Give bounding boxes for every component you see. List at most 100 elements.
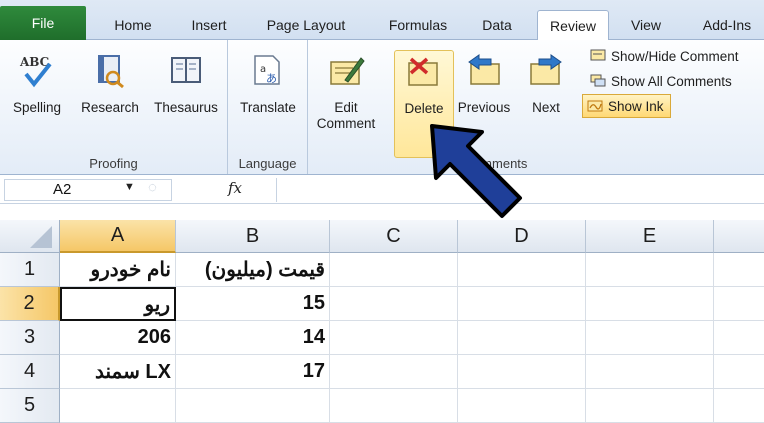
cell-c4[interactable] (330, 355, 458, 389)
cell-d3[interactable] (458, 321, 586, 355)
show-all-comments-button[interactable]: Show All Comments (590, 70, 732, 92)
row-header-3[interactable]: 3 (0, 321, 60, 355)
cell-d4[interactable] (458, 355, 586, 389)
cell-b3[interactable]: 14 (176, 321, 330, 355)
next-comment-button[interactable]: Next (520, 44, 572, 116)
worksheet-grid: A B C D E 1 2 3 4 5 نام خودرو قیمت (میلی… (0, 205, 764, 423)
row-header-2[interactable]: 2 (0, 287, 60, 321)
column-header-c[interactable]: C (330, 220, 458, 253)
cell-b5[interactable] (176, 389, 330, 423)
cell-f2[interactable] (714, 287, 764, 321)
cell-c5[interactable] (330, 389, 458, 423)
show-all-comments-icon (590, 74, 606, 88)
show-ink-button[interactable]: Show Ink (582, 94, 671, 118)
cell-d2[interactable] (458, 287, 586, 321)
cell-f5[interactable] (714, 389, 764, 423)
edit-comment-label-line1: Edit (334, 100, 358, 115)
column-header-d[interactable]: D (458, 220, 586, 253)
edit-comment-label-line2: Comment (316, 116, 376, 131)
ribbon-tab-bar: File Home Insert Page Layout Formulas Da… (0, 0, 764, 41)
cell-b2[interactable]: 15 (176, 287, 330, 321)
cell-a3[interactable]: 206 (60, 321, 176, 355)
edit-comment-button[interactable]: Edit Comment (314, 44, 378, 132)
cell-d5[interactable] (458, 389, 586, 423)
spelling-check-icon: ABC (18, 52, 56, 90)
column-header-a[interactable]: A (60, 220, 176, 253)
show-hide-comment-label: Show/Hide Comment (611, 48, 739, 64)
tab-formulas[interactable]: Formulas (378, 10, 458, 40)
cell-c3[interactable] (330, 321, 458, 355)
comments-group: Edit Comment Delete Previous Next Show/H… (308, 40, 764, 174)
translate-icon: a あ (249, 52, 287, 90)
previous-comment-icon (465, 52, 503, 90)
research-book-icon (91, 52, 129, 90)
show-ink-icon (587, 99, 603, 113)
svg-text:ABC: ABC (19, 55, 49, 69)
thesaurus-button[interactable]: Thesaurus (148, 44, 224, 116)
tab-home[interactable]: Home (104, 10, 162, 40)
cell-a1[interactable]: نام خودرو (60, 253, 176, 287)
cell-a5[interactable] (60, 389, 176, 423)
cell-e4[interactable] (586, 355, 714, 389)
formula-resize-icon: ◌ (148, 179, 157, 196)
proofing-group: ABC Spelling Research Thesaurus Proofing (0, 40, 228, 174)
tab-view[interactable]: View (620, 10, 672, 40)
edit-comment-icon (327, 52, 365, 90)
row-header-4[interactable]: 4 (0, 355, 60, 389)
show-hide-comment-icon (590, 49, 606, 63)
cell-d1[interactable] (458, 253, 586, 287)
column-header-b[interactable]: B (176, 220, 330, 253)
tab-review[interactable]: Review (537, 10, 609, 41)
ribbon: ABC Spelling Research Thesaurus Proofing… (0, 40, 764, 175)
cell-a2[interactable]: ریو (60, 287, 176, 321)
svg-text:あ: あ (266, 72, 277, 85)
spelling-button[interactable]: ABC Spelling (6, 44, 68, 116)
previous-comment-button[interactable]: Previous (454, 44, 514, 116)
cell-e2[interactable] (586, 287, 714, 321)
row-header-1[interactable]: 1 (0, 253, 60, 287)
tab-add-ins[interactable]: Add-Ins (690, 10, 764, 40)
annotation-arrow-icon (424, 120, 534, 220)
insert-function-icon[interactable]: fx (228, 179, 242, 197)
tab-insert[interactable]: Insert (180, 10, 238, 40)
name-box[interactable]: A2 (4, 179, 172, 201)
column-header-e[interactable]: E (586, 220, 714, 253)
cell-e3[interactable] (586, 321, 714, 355)
show-ink-label: Show Ink (608, 98, 664, 114)
formula-separator (276, 178, 277, 202)
cell-e1[interactable] (586, 253, 714, 287)
formula-bar: A2 ▼ ◌ fx (0, 176, 764, 204)
show-all-comments-label: Show All Comments (611, 73, 732, 89)
row-header-5[interactable]: 5 (0, 389, 60, 423)
cell-e5[interactable] (586, 389, 714, 423)
cell-b4[interactable]: 17 (176, 355, 330, 389)
research-button[interactable]: Research (70, 44, 150, 116)
cell-c2[interactable] (330, 287, 458, 321)
cell-b1[interactable]: قیمت (میلیون) (176, 253, 330, 287)
proofing-group-label: Proofing (89, 156, 138, 171)
previous-comment-label: Previous (457, 100, 511, 115)
delete-comment-label: Delete (404, 101, 444, 116)
tab-file[interactable]: File (0, 6, 86, 40)
cell-f3[interactable] (714, 321, 764, 355)
column-header-f[interactable] (714, 220, 764, 253)
next-comment-icon (527, 52, 565, 90)
name-box-dropdown-icon[interactable]: ▼ (124, 181, 135, 193)
thesaurus-label: Thesaurus (154, 100, 218, 115)
tab-page-layout[interactable]: Page Layout (254, 10, 358, 40)
research-label: Research (81, 100, 139, 115)
next-comment-label: Next (532, 100, 560, 115)
translate-label: Translate (240, 100, 296, 115)
language-group: a あ Translate Language (228, 40, 308, 174)
thesaurus-book-icon (167, 52, 205, 90)
spelling-label: Spelling (12, 100, 62, 115)
cell-f1[interactable] (714, 253, 764, 287)
delete-comment-icon (405, 53, 443, 91)
tab-data[interactable]: Data (470, 10, 524, 40)
show-hide-comment-button[interactable]: Show/Hide Comment (590, 45, 739, 67)
cell-f4[interactable] (714, 355, 764, 389)
cell-c1[interactable] (330, 253, 458, 287)
translate-button[interactable]: a あ Translate (232, 44, 304, 116)
select-all-corner[interactable] (0, 220, 60, 253)
cell-a4[interactable]: سمند LX (60, 355, 176, 389)
